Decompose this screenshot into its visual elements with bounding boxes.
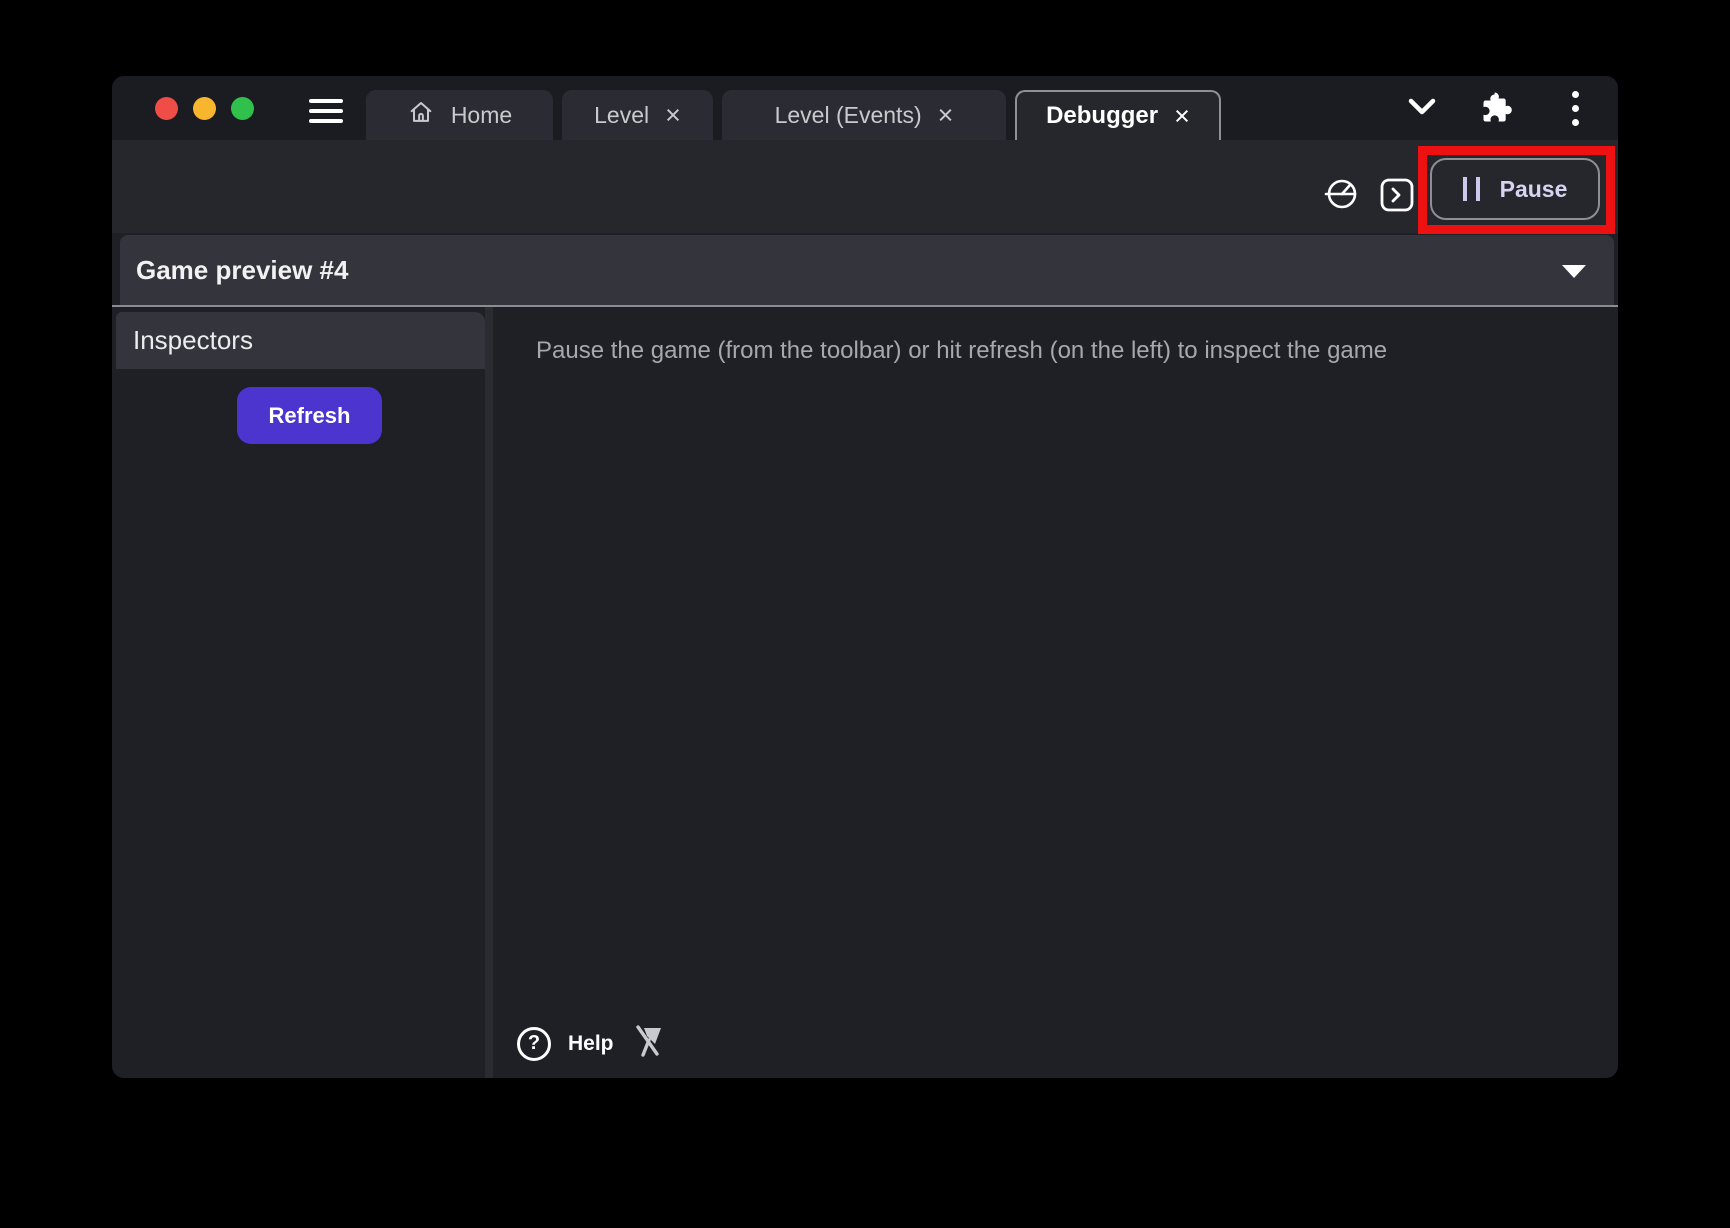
hamburger-icon[interactable] [309, 99, 343, 123]
inspectors-header: Inspectors [116, 312, 485, 369]
tab-label: Debugger [1046, 102, 1158, 130]
content-area: Inspectors Refresh Pause the game (from … [112, 307, 1618, 1078]
tab-bar: Home Level × Level (Events) × Debugger × [366, 90, 1221, 140]
pause-bars-icon [1463, 177, 1480, 201]
close-tab-icon[interactable]: × [665, 102, 681, 129]
help-button[interactable]: ? Help [517, 1021, 663, 1066]
inspectors-sidebar: Inspectors Refresh [112, 307, 485, 1078]
console-icon[interactable] [1378, 176, 1416, 219]
game-preview-selector[interactable]: Game preview #4 [120, 235, 1614, 305]
kebab-menu-icon[interactable] [1572, 91, 1579, 126]
pause-button[interactable]: Pause [1430, 158, 1600, 220]
tab-level-events[interactable]: Level (Events) × [722, 90, 1006, 140]
desktop-background: Home Level × Level (Events) × Debugger × [0, 0, 1730, 1228]
debugger-window: Home Level × Level (Events) × Debugger × [112, 76, 1618, 1078]
help-icon: ? [517, 1027, 551, 1061]
game-preview-title: Game preview #4 [136, 255, 348, 286]
tab-label: Home [451, 102, 512, 129]
pin-off-icon[interactable] [631, 1021, 663, 1066]
titlebar: Home Level × Level (Events) × Debugger × [112, 76, 1618, 140]
window-controls [155, 97, 254, 120]
profiler-gauge-icon[interactable] [1324, 177, 1358, 216]
chevron-down-icon[interactable] [1404, 96, 1440, 125]
tab-debugger[interactable]: Debugger × [1015, 90, 1221, 140]
pause-button-label: Pause [1500, 176, 1568, 203]
debugger-main-panel: Pause the game (from the toolbar) or hit… [493, 307, 1618, 1078]
tab-level[interactable]: Level × [562, 90, 713, 140]
caret-down-icon [1562, 265, 1586, 278]
close-window-button[interactable] [155, 97, 178, 120]
tab-home[interactable]: Home [366, 90, 553, 140]
empty-state-message: Pause the game (from the toolbar) or hit… [536, 337, 1387, 365]
tab-label: Level [594, 102, 649, 129]
close-tab-icon[interactable]: × [938, 102, 954, 129]
maximize-window-button[interactable] [231, 97, 254, 120]
minimize-window-button[interactable] [193, 97, 216, 120]
panel-splitter[interactable] [485, 307, 493, 1078]
debugger-toolbar: Pause [112, 140, 1618, 233]
tab-label: Level (Events) [775, 102, 922, 129]
puzzle-extensions-icon[interactable] [1478, 90, 1514, 131]
game-preview-header-row: Game preview #4 [112, 233, 1618, 307]
inspectors-title: Inspectors [133, 325, 253, 356]
help-label: Help [568, 1032, 614, 1056]
refresh-button[interactable]: Refresh [237, 387, 382, 444]
home-icon [407, 98, 435, 132]
close-tab-icon[interactable]: × [1174, 103, 1190, 130]
